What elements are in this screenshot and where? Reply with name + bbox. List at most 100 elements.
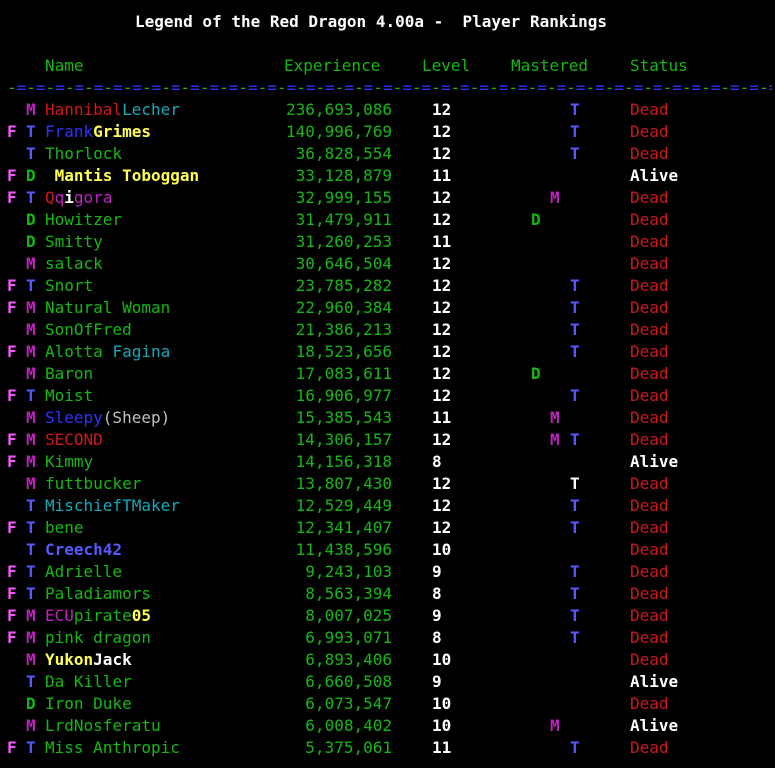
player-status: Dead <box>630 474 669 493</box>
player-experience: 33,128,879 <box>295 166 392 185</box>
table-row: FD Mantis Toboggan 33,128,879 11 Alive <box>0 165 775 187</box>
mastered-mark: T <box>570 144 580 163</box>
player-name: Howitzer <box>45 209 122 231</box>
player-name-part: Mantis Toboggan <box>45 166 200 185</box>
player-name: Kimmy <box>45 451 93 473</box>
player-level: 11 <box>432 408 452 427</box>
player-experience: 30,646,504 <box>295 254 392 273</box>
player-class: D <box>26 166 36 185</box>
separator-line: -=-=-=-=-=-=-=-=-=-=-=-=-=-=-=-=-=-=-=-=… <box>7 78 772 97</box>
player-experience: 11,438,596 <box>295 540 392 559</box>
player-class: M <box>26 716 36 735</box>
player-status: Dead <box>630 650 669 669</box>
player-name-part: Adrielle <box>45 562 123 581</box>
player-level: 12 <box>432 320 452 339</box>
table-row: M LrdNosferatu 6,008,402 10 M Alive <box>0 715 775 737</box>
player-level: 12 <box>432 496 452 515</box>
player-class: M <box>26 364 36 383</box>
player-status: Dead <box>630 694 669 713</box>
player-status: Dead <box>630 518 669 537</box>
player-status: Dead <box>630 628 669 647</box>
player-class: M <box>26 320 36 339</box>
header-experience: Experience <box>284 56 381 75</box>
player-class: T <box>26 518 36 537</box>
player-status: Dead <box>630 320 669 339</box>
player-experience: 140,996,769 <box>286 122 392 141</box>
player-status: Dead <box>630 144 669 163</box>
player-experience: 12,529,449 <box>295 496 392 515</box>
mastered-mark: T <box>570 320 580 339</box>
player-name: HannibalLecher <box>45 99 180 121</box>
player-status: Dead <box>630 122 669 141</box>
player-experience: 17,083,611 <box>295 364 392 383</box>
table-row: F M SECOND 14,306,157 12 M T Dead <box>0 429 775 451</box>
mastered-mark: M <box>550 188 560 207</box>
player-experience: 5,375,061 <box>305 738 392 757</box>
table-row: D Howitzer 31,479,911 12 D Dead <box>0 209 775 231</box>
player-class: D <box>26 232 36 251</box>
mastered-mark: T <box>570 496 580 515</box>
player-name-part: LrdNosferatu <box>45 716 161 735</box>
player-name: Iron Duke <box>45 693 132 715</box>
player-experience: 14,156,318 <box>295 452 392 471</box>
player-experience: 22,960,384 <box>295 298 392 317</box>
player-class: D <box>26 694 36 713</box>
player-class: M <box>26 408 36 427</box>
player-flag: F <box>7 738 17 757</box>
player-status: Dead <box>630 298 669 317</box>
player-flag: F <box>7 452 17 471</box>
player-name: LrdNosferatu <box>45 715 161 737</box>
player-name-part: Miss Anthropic <box>45 738 180 757</box>
player-status: Dead <box>630 210 669 229</box>
player-flag: F <box>7 276 17 295</box>
player-name: futtbucker <box>45 473 141 495</box>
player-name: Creech42 <box>45 539 122 561</box>
table-row: M Baron 17,083,611 12 D Dead <box>0 363 775 385</box>
mastered-mark: T <box>570 738 580 757</box>
player-level: 10 <box>432 540 452 559</box>
player-name: Smitty <box>45 231 103 253</box>
table-row: F Tbene 12,341,407 12 T Dead <box>0 517 775 539</box>
player-name: Mantis Toboggan <box>45 165 200 187</box>
player-name-part: Alotta <box>45 342 113 361</box>
header-name: Name <box>45 56 84 75</box>
player-experience: 9,243,103 <box>305 562 392 581</box>
player-class: M <box>26 430 36 449</box>
player-status: Dead <box>630 562 669 581</box>
mastered-mark: M <box>550 408 560 427</box>
player-status: Dead <box>630 606 669 625</box>
player-level: 12 <box>432 386 452 405</box>
player-class: T <box>26 188 36 207</box>
player-level: 11 <box>432 166 452 185</box>
table-row: D Smitty 31,260,253 11 Dead <box>0 231 775 253</box>
player-flag: F <box>7 166 17 185</box>
player-class: M <box>26 298 36 317</box>
player-name-part: pirate <box>73 606 132 625</box>
player-level: 12 <box>432 188 452 207</box>
player-name: bene <box>45 517 84 539</box>
player-name: Natural Woman <box>45 297 170 319</box>
player-experience: 8,007,025 <box>305 606 392 625</box>
player-class: T <box>26 672 36 691</box>
player-experience: 6,993,071 <box>305 628 392 647</box>
player-class: M <box>26 100 36 119</box>
table-row: F M Kimmy 14,156,318 8 Alive <box>0 451 775 473</box>
player-flag: F <box>7 386 17 405</box>
player-experience: 14,306,157 <box>295 430 392 449</box>
player-flag: F <box>7 430 17 449</box>
player-class: T <box>26 386 36 405</box>
player-status: Alive <box>630 452 679 471</box>
player-level: 12 <box>432 364 452 383</box>
player-name: Snort <box>45 275 93 297</box>
player-level: 12 <box>432 210 452 229</box>
mastered-mark: M <box>550 430 560 449</box>
player-experience: 13,807,430 <box>295 474 392 493</box>
player-status: Dead <box>630 540 669 559</box>
player-name-part: SonOfFred <box>45 320 132 339</box>
player-level: 8 <box>432 628 442 647</box>
mastered-mark: T <box>570 518 580 537</box>
player-class: T <box>26 144 36 163</box>
player-flag: F <box>7 606 17 625</box>
table-row: M SonOfFred 21,386,213 12 T Dead <box>0 319 775 341</box>
table-row: T Thorlock 36,828,554 12 T Dead <box>0 143 775 165</box>
